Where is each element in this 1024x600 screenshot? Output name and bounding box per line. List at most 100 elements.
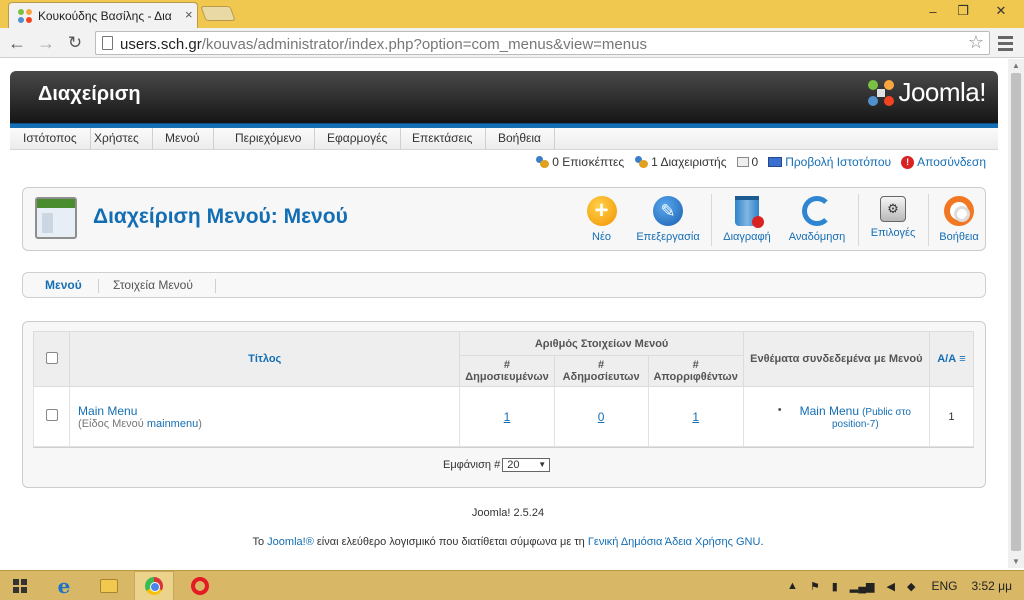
unpublished-count-link[interactable]: 0: [598, 410, 605, 424]
select-all-checkbox[interactable]: [45, 351, 58, 364]
pagination-footer: Εμφάνιση # 20: [33, 447, 974, 479]
window-controls: – ❐ ✕: [918, 0, 1024, 22]
taskbar-chrome[interactable]: [134, 571, 174, 600]
module-link[interactable]: Main Menu: [800, 404, 859, 418]
dropbox-icon[interactable]: ◆: [907, 580, 915, 593]
volume-icon[interactable]: ◀: [887, 580, 895, 593]
toolbar-divider: [928, 194, 929, 246]
tab-menu-items[interactable]: Στοιχεία Μενού: [113, 278, 193, 292]
published-count-link[interactable]: 1: [504, 410, 511, 424]
submenu: Μενού Στοιχεία Μενού: [22, 272, 986, 298]
reload-icon[interactable]: ↻: [65, 33, 85, 53]
maximize-button[interactable]: ❐: [948, 0, 978, 22]
id-cell: 1: [928, 386, 975, 447]
admin-header: Διαχείριση Joomla!: [10, 71, 998, 123]
lifebuoy-icon: [944, 196, 974, 226]
toolbar-divider: [711, 194, 712, 246]
menu-item-help[interactable]: Βοήθεια: [485, 128, 555, 150]
joomla-link[interactable]: Joomla!®: [267, 536, 314, 548]
sort-icon: ≡: [959, 353, 966, 365]
menus-list: Τίτλος Αριθμός Στοιχείων Μενού Ενθέματα …: [22, 321, 986, 488]
options-button[interactable]: ⚙ Επιλογές: [868, 196, 918, 239]
tray-overflow-icon[interactable]: ▲: [787, 580, 798, 592]
chrome-menu-icon[interactable]: [998, 33, 1016, 53]
title-cell: Main Menu (Είδος Μενού mainmenu): [69, 386, 461, 447]
menu-item-menus[interactable]: Μενού: [152, 128, 214, 150]
bookmark-star-icon[interactable]: ☆: [968, 32, 984, 53]
opera-icon: [191, 577, 209, 595]
col-title[interactable]: Τίτλος: [69, 331, 461, 387]
menu-item-site[interactable]: Ιστότοπος: [10, 128, 91, 150]
chrome-icon: [145, 577, 163, 595]
visitors-status: 0 Επισκέπτες: [535, 155, 624, 169]
tab-close-icon[interactable]: ×: [185, 7, 193, 22]
col-id[interactable]: Α/Α ≡: [928, 331, 975, 387]
browser-toolbar: ← → ↻ users.sch.gr/kouvas/administrator/…: [0, 28, 1024, 58]
scroll-down-icon[interactable]: ▼: [1012, 557, 1020, 566]
row-checkbox[interactable]: [45, 409, 58, 421]
help-button[interactable]: Βοήθεια: [936, 196, 982, 243]
language-indicator[interactable]: ENG: [931, 579, 957, 593]
trash-icon: [735, 196, 764, 228]
logout-icon: !: [901, 155, 915, 169]
menu-item-extensions[interactable]: Επεκτάσεις: [399, 128, 487, 150]
taskbar-explorer[interactable]: [89, 571, 129, 600]
tab-menus[interactable]: Μενού: [45, 278, 82, 292]
module-item: • Main Menu (Public στο position-7): [777, 403, 911, 430]
gpl-link[interactable]: Γενική Δημόσια Άδεια Χρήσης GNU: [588, 536, 761, 548]
submenu-divider: [215, 279, 216, 293]
plus-icon: +: [586, 196, 617, 226]
col-trashed: # Απορριφθέντων: [647, 355, 744, 387]
joomla-logo-icon: [868, 79, 895, 106]
rebuild-button[interactable]: Αναδόμηση: [787, 196, 847, 243]
taskbar-ie[interactable]: e: [44, 571, 84, 600]
forward-arrow-icon[interactable]: →: [36, 33, 56, 53]
new-tab-button[interactable]: [200, 6, 236, 21]
back-arrow-icon[interactable]: ←: [7, 33, 27, 53]
license-text: Το Joomla!® είναι ελεύθερο λογισμικό που…: [252, 536, 764, 548]
trashed-count-link[interactable]: 1: [692, 410, 699, 424]
browser-tab[interactable]: Κουκούδης Βασίλης - Δια ×: [8, 2, 198, 28]
delete-button[interactable]: Διαγραφή: [721, 196, 773, 243]
minimize-button[interactable]: –: [918, 0, 948, 22]
joomla-logo: Joomla!: [866, 77, 986, 108]
pencil-icon: ✎: [653, 196, 683, 226]
status-bar: 0 Επισκέπτες 1 Διαχειριστής 0 Προβολή Ισ…: [535, 155, 986, 169]
clock[interactable]: 3:52 μμ: [971, 579, 1012, 593]
list-limit-select[interactable]: 20: [502, 458, 551, 472]
page-icon: [102, 36, 113, 50]
menu-item-users[interactable]: Χρήστες: [81, 128, 153, 150]
menu-title-link[interactable]: Main Menu: [78, 404, 451, 418]
url-text: users.sch.gr/kouvas/administrator/index.…: [120, 36, 647, 53]
trashed-cell: 1: [647, 386, 744, 447]
new-button[interactable]: + Νέο: [579, 196, 624, 243]
edit-button[interactable]: ✎ Επεξεργασία: [633, 196, 703, 243]
published-cell: 1: [459, 386, 555, 447]
address-bar[interactable]: users.sch.gr/kouvas/administrator/index.…: [95, 31, 990, 55]
network-icon[interactable]: ▂▄▆: [850, 580, 875, 593]
power-icon[interactable]: ▮: [832, 580, 838, 593]
unpublished-cell: 0: [553, 386, 649, 447]
page-scrollbar[interactable]: ▲ ▼: [1008, 59, 1024, 568]
display-label: Εμφάνιση #: [443, 459, 501, 471]
messages-status[interactable]: 0: [736, 155, 758, 169]
taskbar-opera[interactable]: [180, 571, 220, 600]
action-center-flag-icon[interactable]: ⚑: [810, 580, 820, 593]
browser-tabstrip: Κουκούδης Βασίλης - Δια × – ❐ ✕: [0, 0, 1024, 28]
col-unpublished: # Αδημοσίευτων: [553, 355, 649, 387]
tab-title: Κουκούδης Βασίλης - Δια: [38, 9, 172, 23]
menu-manager-icon: [35, 197, 77, 239]
menus-table: Τίτλος Αριθμός Στοιχείων Μενού Ενθέματα …: [32, 331, 975, 447]
col-published: # Δημοσιευμένων: [459, 355, 555, 387]
view-site-icon: [768, 157, 783, 167]
close-window-button[interactable]: ✕: [978, 0, 1024, 22]
page-content: Διαχείριση Joomla! Ιστότοπος Χρήστες Μεν…: [0, 59, 1008, 568]
scrollbar-thumb[interactable]: [1011, 73, 1021, 551]
scroll-up-icon[interactable]: ▲: [1012, 61, 1020, 70]
menu-item-components[interactable]: Εφαρμογές: [314, 128, 402, 150]
menu-item-content[interactable]: Περιεχόμενο: [222, 128, 316, 150]
col-modules: Ενθέματα συνδεδεμένα με Μενού: [742, 331, 930, 387]
logout-link[interactable]: ! Αποσύνδεση: [901, 155, 986, 169]
view-site-link[interactable]: Προβολή Ιστοτόπου: [768, 155, 891, 169]
start-button[interactable]: [0, 571, 40, 600]
